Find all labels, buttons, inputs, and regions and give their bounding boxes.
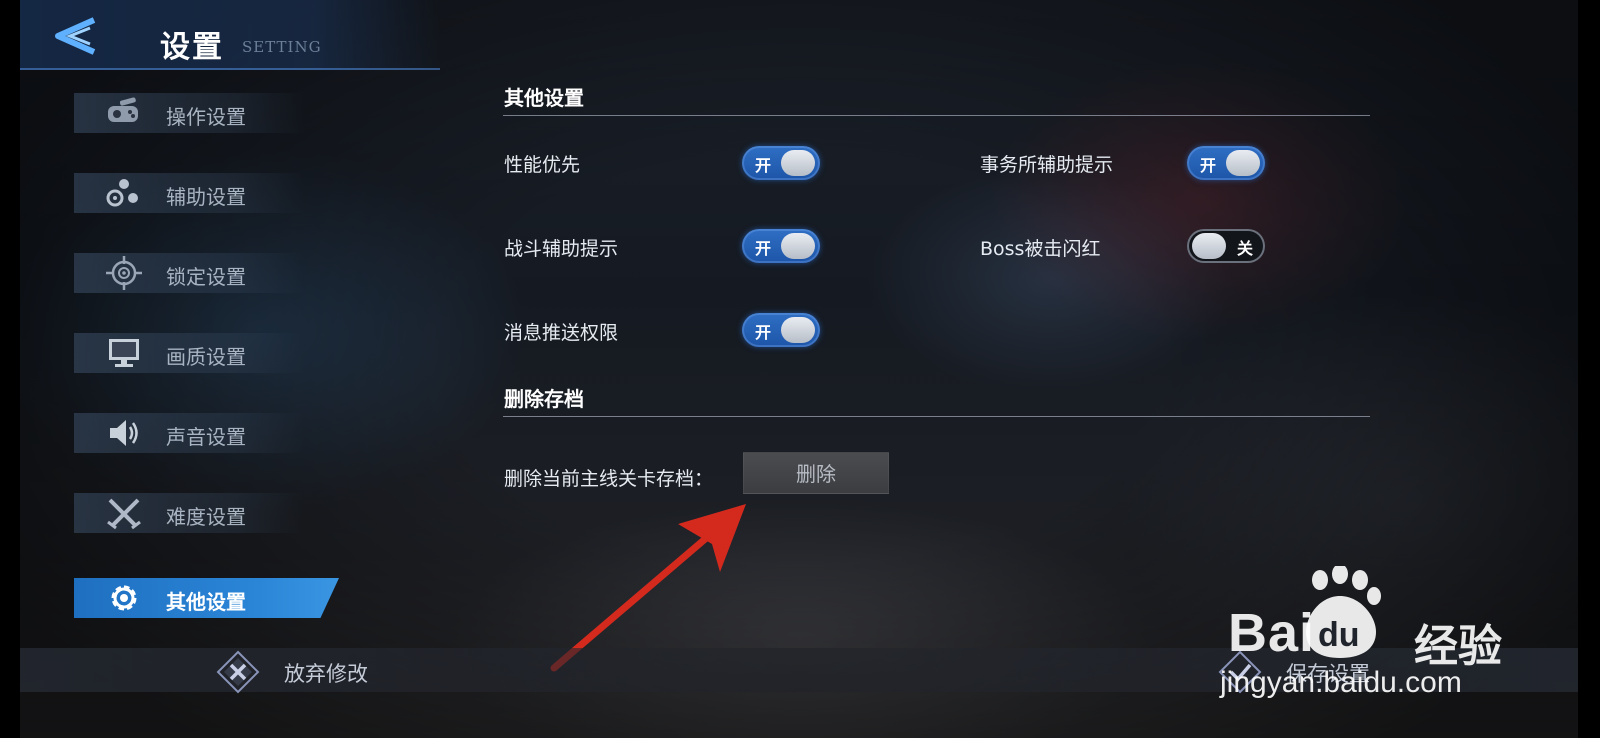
option-label-office-hint: 事务所辅助提示 [980,154,1114,176]
toggle-state-text: 关 [1236,239,1253,258]
gamepad-icon [104,96,144,130]
toggle-combat-hint[interactable]: 开 [742,229,820,263]
section-divider [503,115,1370,116]
toggle-boss-flash[interactable]: 关 [1187,229,1265,263]
toggle-push-permission[interactable]: 开 [742,313,820,347]
option-label-combat-hint: 战斗辅助提示 [504,238,619,260]
sidebar-item-lock[interactable]: 锁定设置 [74,253,304,293]
logo-du-text: du [1318,616,1360,654]
speaker-icon [104,416,144,450]
sidebar-item-assist[interactable]: 辅助设置 [74,173,304,213]
sidebar-item-sound[interactable]: 声音设置 [74,413,304,453]
game-settings-screen: 设置 SETTING 操作设置 辅助设置 锁定设置 画质设置 声音设置 难度设置… [0,0,1600,738]
sidebar-item-label: 操作设置 [166,105,246,129]
sidebar-item-label: 辅助设置 [166,185,246,209]
back-arrow-icon [55,17,96,55]
option-label-boss-flash: Boss被击闪红 [980,238,1101,260]
sidebar-item-label: 锁定设置 [166,265,246,289]
page-title: 设置 [160,30,224,65]
back-button[interactable] [50,16,102,56]
dots-cluster-icon [104,176,144,210]
toggle-performance[interactable]: 开 [742,146,820,180]
crossed-swords-icon [104,496,144,530]
watermark-brand-cn: 经验 [1414,621,1502,672]
letterbox-left [0,0,20,738]
section-divider [503,416,1370,417]
toggle-office-hint[interactable]: 开 [1187,146,1265,180]
section-title-other: 其他设置 [504,86,584,110]
crosshair-icon [104,256,144,290]
section-title-delete: 删除存档 [504,387,584,411]
sidebar-item-label: 其他设置 [166,590,246,614]
letterbox-right [1578,0,1600,738]
option-label-performance: 性能优先 [504,154,581,176]
toggle-state-text: 开 [1200,156,1217,175]
sidebar-item-other[interactable]: 其他设置 [74,578,339,618]
monitor-icon [104,336,144,370]
discard-changes-label: 放弃修改 [284,662,368,686]
toggle-state-text: 开 [755,239,772,258]
toggle-state-text: 开 [755,156,772,175]
toggle-knob [1226,150,1260,176]
sidebar-item-label: 难度设置 [166,505,246,529]
sidebar-item-label: 声音设置 [166,425,246,449]
toggle-knob [781,317,815,343]
toggle-knob [1192,233,1226,259]
toggle-state-text: 开 [755,323,772,342]
close-icon [216,650,260,694]
toggle-knob [781,150,815,176]
page-subtitle: SETTING [242,38,322,56]
gear-icon [104,581,144,615]
delete-save-label: 删除当前主线关卡存档： [504,468,714,490]
watermark-brand: Bai [1228,603,1316,663]
option-label-push-permission: 消息推送权限 [504,322,619,344]
header-bar: 设置 SETTING [20,0,440,70]
sidebar-item-controls[interactable]: 操作设置 [74,93,304,133]
watermark-url: jingyan.baidu.com [1220,666,1462,699]
toggle-knob [781,233,815,259]
sidebar-item-difficulty[interactable]: 难度设置 [74,493,304,533]
sidebar-item-label: 画质设置 [166,345,246,369]
sidebar-item-graphics[interactable]: 画质设置 [74,333,304,373]
baidu-jingyan-watermark: du Bai 经验 jingyan.baidu.com [1220,566,1528,706]
delete-save-button[interactable]: 删除 [743,452,889,494]
